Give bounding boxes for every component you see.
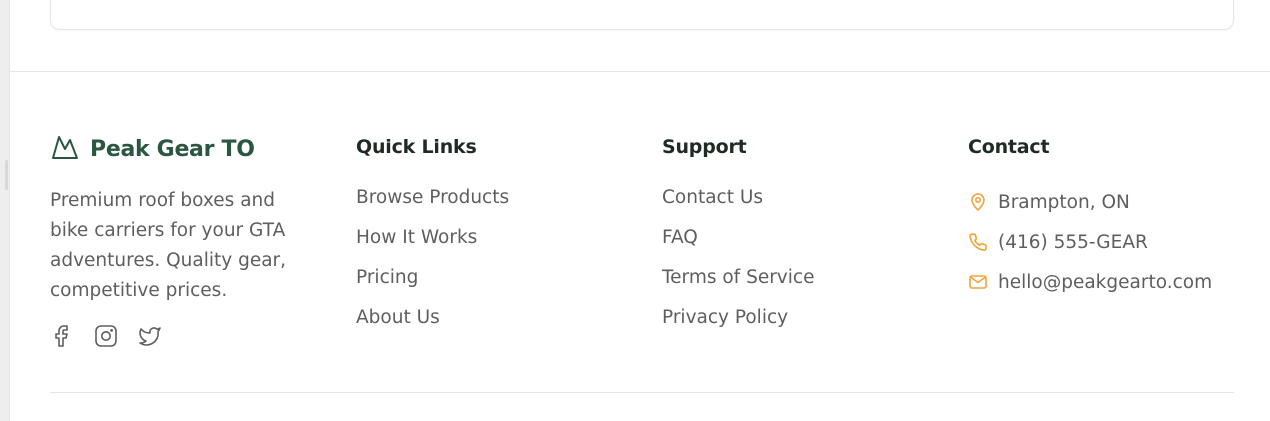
contact-phone[interactable]: (416) 555-GEAR <box>968 222 1258 262</box>
contact-location: Brampton, ON <box>968 182 1258 222</box>
map-pin-icon <box>968 192 988 212</box>
mountain-icon <box>50 132 80 166</box>
quick-links-list: Browse Products How It Works Pricing Abo… <box>356 184 616 344</box>
content-card-bottom <box>50 0 1234 30</box>
left-scroll-rail <box>0 0 10 421</box>
link-contact-us[interactable]: Contact Us <box>662 187 763 208</box>
quick-links-heading: Quick Links <box>356 136 477 158</box>
facebook-icon[interactable] <box>50 324 74 348</box>
contact-email[interactable]: hello@peakgearto.com <box>968 262 1258 302</box>
footer-bottom-divider <box>50 392 1234 393</box>
footer-top-divider <box>10 71 1270 72</box>
rail-handle[interactable] <box>5 160 8 190</box>
twitter-icon[interactable] <box>138 324 162 348</box>
contact-location-text: Brampton, ON <box>998 191 1130 213</box>
support-links-list: Contact Us FAQ Terms of Service Privacy … <box>662 184 922 344</box>
link-how-it-works[interactable]: How It Works <box>356 227 477 248</box>
brand-logo[interactable]: Peak Gear TO <box>50 134 320 164</box>
footer-brand-column: Peak Gear TO Premium roof boxes and bike… <box>50 134 320 348</box>
link-privacy-policy[interactable]: Privacy Policy <box>662 307 788 328</box>
footer-contact-column: Contact Brampton, ON (416) 555-GEAR hell… <box>968 134 1258 302</box>
link-about-us[interactable]: About Us <box>356 307 440 328</box>
brand-tagline: Premium roof boxes and bike carriers for… <box>50 190 287 301</box>
contact-email-text: hello@peakgearto.com <box>998 271 1213 293</box>
footer-support-column: Support Contact Us FAQ Terms of Service … <box>662 134 922 344</box>
link-pricing[interactable]: Pricing <box>356 267 418 288</box>
contact-phone-text: (416) 555-GEAR <box>998 231 1148 253</box>
mail-icon <box>968 272 988 292</box>
link-browse-products[interactable]: Browse Products <box>356 187 509 208</box>
support-heading: Support <box>662 136 747 158</box>
contact-heading: Contact <box>968 136 1050 158</box>
link-terms-of-service[interactable]: Terms of Service <box>662 267 814 288</box>
social-links <box>50 324 320 348</box>
page: Peak Gear TO Premium roof boxes and bike… <box>0 0 1270 421</box>
brand-name: Peak Gear TO <box>90 136 255 162</box>
phone-icon <box>968 232 988 252</box>
footer-quick-links-column: Quick Links Browse Products How It Works… <box>356 134 616 344</box>
link-faq[interactable]: FAQ <box>662 227 698 248</box>
instagram-icon[interactable] <box>94 324 118 348</box>
contact-list: Brampton, ON (416) 555-GEAR hello@peakge… <box>968 182 1258 302</box>
